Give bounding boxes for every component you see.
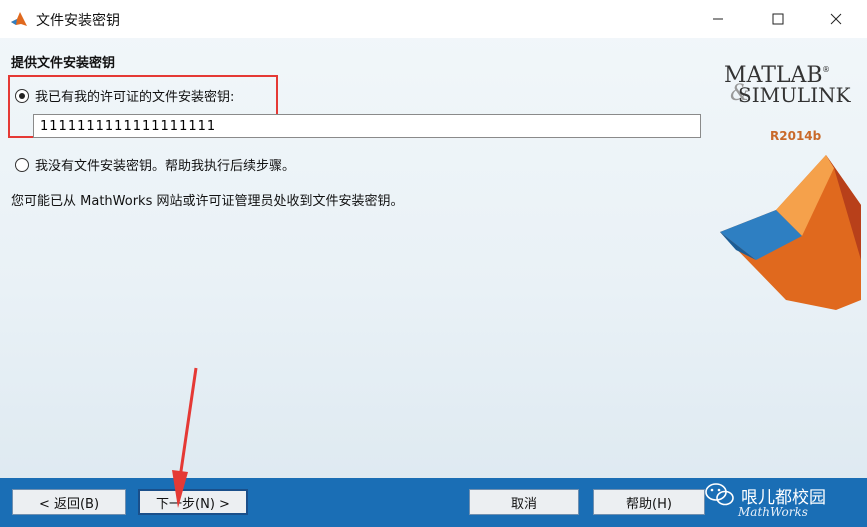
close-icon [830,13,842,25]
no-key-label: 我没有文件安装密钥。帮助我执行后续步骤。 [35,159,296,174]
have-key-label: 我已有我的许可证的文件安装密钥: [35,90,235,105]
installation-key-input[interactable] [33,114,701,138]
back-button[interactable]: < 返回(B) [12,489,126,515]
no-key-option[interactable]: 我没有文件安装密钥。帮助我执行后续步骤。 [15,155,295,174]
cancel-button[interactable]: 取消 [469,489,579,515]
close-button[interactable] [812,0,860,38]
maximize-button[interactable] [754,0,802,38]
minimize-button[interactable] [694,0,742,38]
window-title: 文件安装密钥 [36,13,120,29]
maximize-icon [772,13,784,25]
title-bar: 文件安装密钥 [0,0,867,38]
mathworks-footer-logo: MathWorks [738,505,808,519]
installer-window: 文件安装密钥 提供文件安装密钥 我已有我的许可证的文件安装密钥: 我没有文件安装… [0,0,867,527]
logo-simulink-text: SIMULINK [738,83,852,107]
page-heading: 提供文件安装密钥 [11,56,116,71]
matlab-icon [10,10,28,28]
watermark-name: 哏儿都校园 [741,487,826,508]
matlab-simulink-branding: MATLAB ® & SIMULINK R2014b [716,60,861,310]
no-key-radio[interactable] [15,157,29,172]
next-button[interactable]: 下一步(N) > [138,489,248,515]
membrane-logo-icon [720,155,861,310]
minimize-icon [713,18,723,20]
release-label: R2014b [770,129,822,143]
info-text: 您可能已从 MathWorks 网站或许可证管理员处收到文件安装密钥。 [11,194,404,209]
have-key-radio[interactable] [15,88,29,103]
have-key-option[interactable]: 我已有我的许可证的文件安装密钥: [15,86,234,105]
logo-registered-mark: ® [822,65,830,74]
wechat-icon [705,483,734,506]
help-button[interactable]: 帮助(H) [593,489,705,515]
